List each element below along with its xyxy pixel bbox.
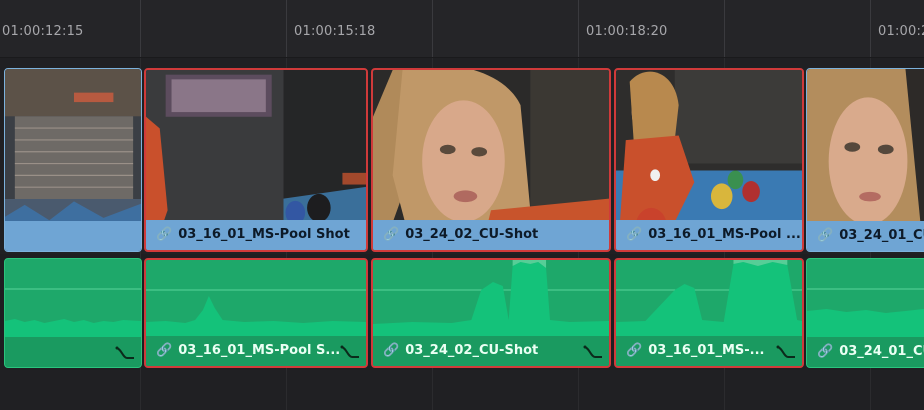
video-clip[interactable] <box>4 68 142 252</box>
link-icon: 🔗 <box>817 344 834 359</box>
link-icon: 🔗 <box>156 227 173 242</box>
link-icon: 🔗 <box>383 227 400 242</box>
fade-curve-icon[interactable] <box>340 344 360 360</box>
clip-label: 🔗 03_16_01_MS-Pool S... <box>146 336 366 366</box>
clip-label: 🔗 03_16_01_MS-... <box>616 336 802 366</box>
audio-clip[interactable]: 🔗 03_24_01_CU <box>806 258 924 368</box>
timecode-label: 01:00:2 <box>878 24 924 39</box>
clip-label: 🔗 03_24_02_CU-Shot <box>373 336 609 366</box>
ruler-tick <box>870 0 871 58</box>
fade-curve-icon[interactable] <box>583 344 603 360</box>
timecode-label: 01:00:18:20 <box>586 24 668 39</box>
clip-label: 🔗 03_24_01_CU <box>807 221 924 251</box>
ruler-tick <box>578 0 579 58</box>
video-clip[interactable]: 🔗 03_16_01_MS-Pool ... <box>614 68 804 252</box>
link-icon: 🔗 <box>817 228 834 243</box>
audio-waveform <box>373 260 609 338</box>
fade-curve-icon[interactable] <box>776 344 796 360</box>
video-clip[interactable]: 🔗 03_24_02_CU-Shot <box>371 68 611 252</box>
ruler-tick <box>286 0 287 58</box>
clip-label: 🔗 03_24_02_CU-Shot <box>373 220 609 250</box>
clip-label: 🔗 03_16_01_MS-Pool ... <box>616 220 802 250</box>
audio-clip[interactable]: 🔗 03_16_01_MS-Pool S... <box>144 258 368 368</box>
clip-label: 🔗 03_24_01_CU <box>807 337 924 367</box>
clip-label: 🔗 03_16_01_MS-Pool Shot <box>146 220 366 250</box>
video-clip[interactable]: 🔗 03_16_01_MS-Pool Shot <box>144 68 368 252</box>
link-icon: 🔗 <box>626 227 643 242</box>
ruler-tick <box>432 0 433 58</box>
timecode-label: 01:00:12:15 <box>2 24 84 39</box>
audio-waveform <box>616 260 802 338</box>
audio-waveform <box>5 288 141 337</box>
link-icon: 🔗 <box>383 343 400 358</box>
audio-clip[interactable]: 🔗 03_16_01_MS-... <box>614 258 804 368</box>
timeline-ruler[interactable]: 01:00:12:15 01:00:15:18 01:00:18:20 01:0… <box>0 0 924 58</box>
timecode-label: 01:00:15:18 <box>294 24 376 39</box>
audio-waveform <box>807 288 924 337</box>
audio-clip[interactable] <box>4 258 142 368</box>
audio-waveform <box>146 289 366 338</box>
video-clip[interactable]: 🔗 03_24_01_CU <box>806 68 924 252</box>
link-icon: 🔗 <box>626 343 643 358</box>
clip-label <box>5 221 141 251</box>
empty-track-area[interactable] <box>0 370 924 410</box>
fade-curve-icon[interactable] <box>115 345 135 361</box>
ruler-tick <box>140 0 141 58</box>
link-icon: 🔗 <box>156 343 173 358</box>
audio-clip[interactable]: 🔗 03_24_02_CU-Shot <box>371 258 611 368</box>
ruler-tick <box>724 0 725 58</box>
